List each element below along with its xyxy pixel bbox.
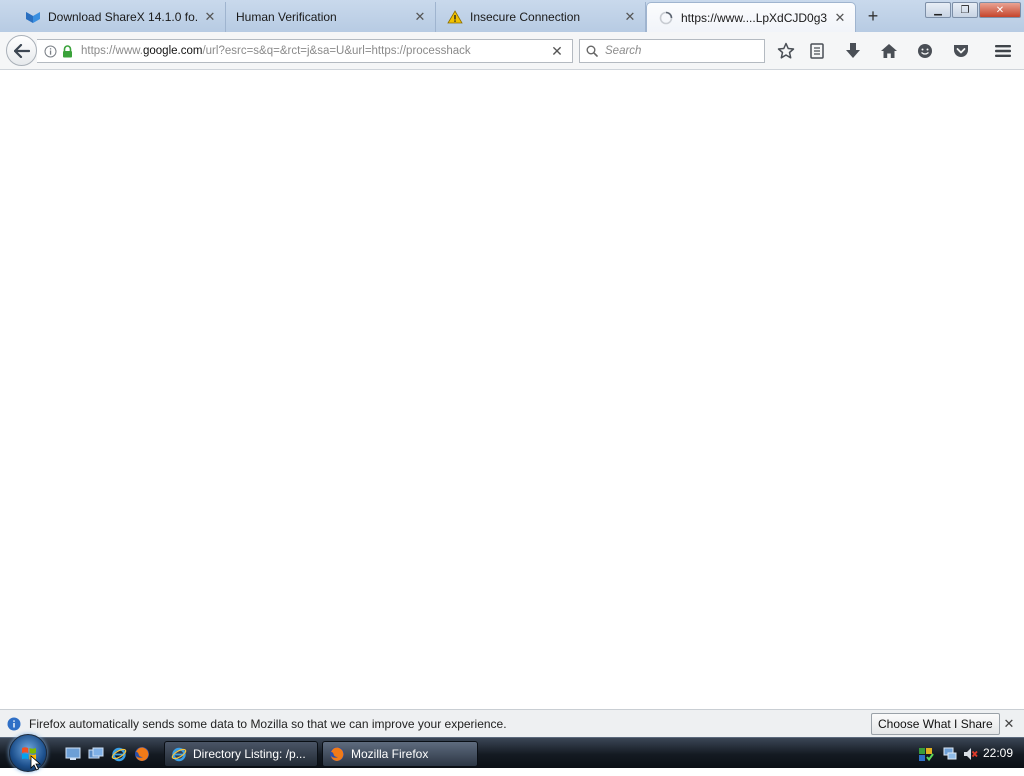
url-path: /url?esrc=s&q=&rct=j&sa=U&url=https://pr… [202, 45, 471, 57]
downloads-icon[interactable] [842, 40, 864, 62]
tab-label: Human Verification [236, 10, 337, 24]
system-clock: 22:09 [983, 746, 1014, 760]
volume-muted-icon[interactable] [962, 746, 978, 765]
tab-human-verification[interactable]: Human Verification ✕ [226, 2, 436, 32]
taskbar-item-mozilla-firefox[interactable]: Mozilla Firefox [322, 741, 478, 767]
taskbar-item-directory-listing[interactable]: Directory Listing: /p... [164, 741, 318, 767]
choose-what-i-share-button[interactable]: Choose What I Share [871, 713, 1000, 735]
info-icon [7, 717, 21, 731]
tab-close-icon[interactable]: ✕ [623, 9, 637, 24]
switch-windows-icon[interactable] [87, 745, 105, 763]
new-tab-button[interactable]: + [862, 5, 884, 27]
windows-taskbar: Directory Listing: /p... Mozilla Firefox [0, 734, 1024, 772]
tab-insecure-connection[interactable]: Insecure Connection ✕ [436, 2, 646, 32]
tab-label: https://www....LpXdCJD0g3d [681, 10, 827, 25]
url-prefix: https://www. [81, 45, 143, 57]
stop-loading-icon[interactable]: ✕ [550, 43, 564, 59]
tab-label: Download ShareX 14.1.0 fo... [48, 10, 197, 24]
close-window-button[interactable]: ✕ [979, 2, 1021, 18]
show-desktop-icon[interactable] [64, 745, 82, 763]
sharex-favicon [24, 8, 42, 26]
back-arrow-icon [13, 43, 30, 58]
windows-logo-icon [22, 747, 36, 760]
security-shield-icon[interactable] [918, 746, 934, 765]
tab-label: Insecure Connection [470, 10, 581, 24]
tab-close-icon[interactable]: ✕ [203, 9, 217, 24]
taskbar-item-label: Directory Listing: /p... [193, 747, 306, 761]
pocket-icon[interactable] [950, 40, 972, 62]
back-button[interactable] [6, 35, 37, 66]
tab-close-icon[interactable]: ✕ [833, 10, 847, 25]
tab-google-redirect[interactable]: https://www....LpXdCJD0g3d ✕ [646, 2, 856, 32]
firefox-icon[interactable] [133, 745, 151, 763]
network-icon[interactable] [942, 746, 958, 765]
tab-close-icon[interactable]: ✕ [413, 9, 427, 24]
url-text[interactable]: https://www.google.com/url?esrc=s&q=&rct… [81, 45, 531, 57]
notification-text: Firefox automatically sends some data to… [29, 716, 507, 731]
hello-chat-icon[interactable] [914, 40, 936, 62]
tab-download-sharex[interactable]: Download ShareX 14.1.0 fo... ✕ [14, 2, 226, 32]
navigation-toolbar: https://www.google.com/url?esrc=s&q=&rct… [0, 32, 1024, 70]
search-input[interactable] [603, 44, 753, 58]
taskbar-item-label: Mozilla Firefox [351, 747, 429, 761]
page-content [0, 71, 1024, 709]
loading-icon [657, 9, 675, 27]
search-bar[interactable] [579, 39, 765, 63]
url-bar[interactable]: https://www.google.com/url?esrc=s&q=&rct… [37, 39, 573, 63]
url-domain: google.com [143, 45, 203, 57]
tab-strip: Download ShareX 14.1.0 fo... ✕ Human Ver… [0, 0, 1024, 32]
internet-explorer-icon[interactable] [110, 745, 128, 763]
data-sharing-notification: Firefox automatically sends some data to… [0, 709, 1024, 737]
close-notification-icon[interactable]: ✕ [1002, 716, 1016, 731]
home-icon[interactable] [878, 40, 900, 62]
ie-icon [171, 746, 187, 762]
firefox-icon [329, 746, 345, 762]
lock-icon[interactable] [59, 44, 75, 58]
minimize-button[interactable]: ▁ [925, 2, 951, 18]
hamburger-menu-icon[interactable] [992, 40, 1014, 62]
window-controls: ▁ ❐ ✕ [924, 2, 1021, 18]
bookmark-star-icon[interactable] [775, 40, 797, 62]
mouse-cursor-icon [30, 755, 42, 771]
search-icon [586, 45, 598, 57]
warning-icon [446, 8, 464, 26]
bookmarks-menu-icon[interactable] [806, 40, 828, 62]
info-icon[interactable] [41, 45, 59, 58]
maximize-button[interactable]: ❐ [952, 2, 978, 18]
